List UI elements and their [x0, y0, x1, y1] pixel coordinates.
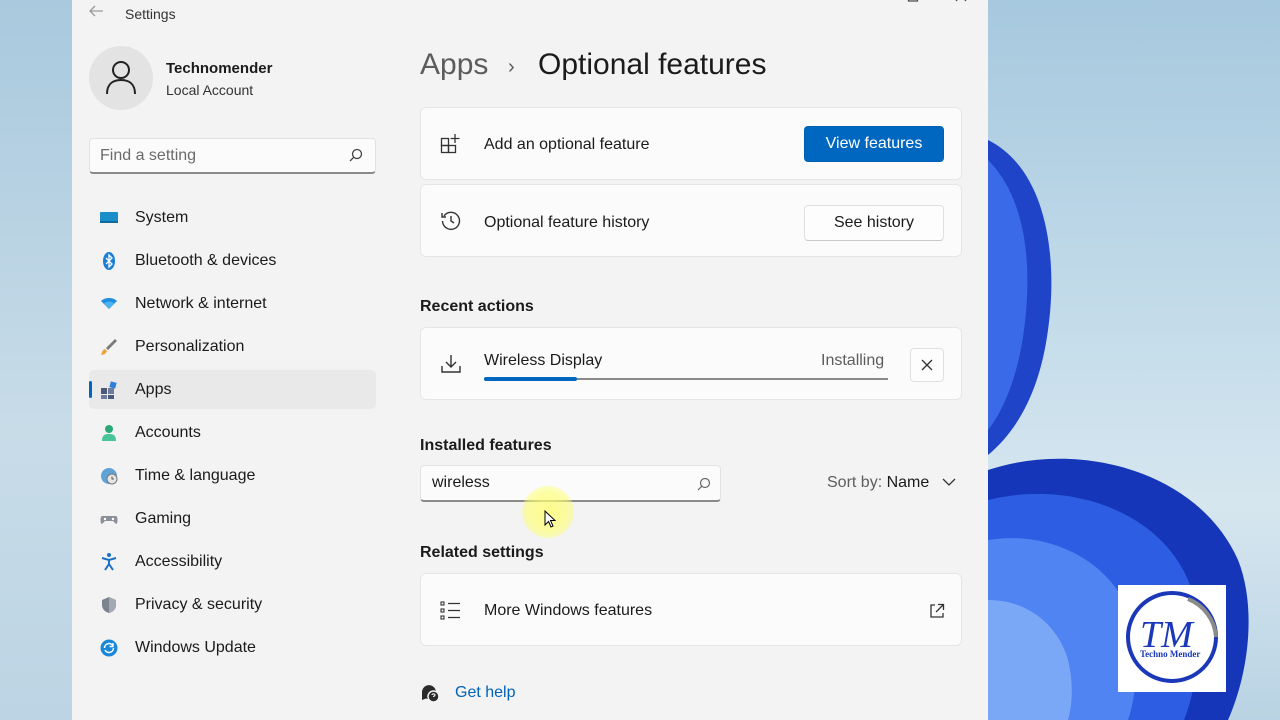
desktop-wallpaper-left	[0, 0, 72, 720]
person-avatar-icon	[106, 61, 136, 95]
sidebar-item-label: Network & internet	[135, 295, 267, 312]
download-icon	[441, 355, 461, 373]
title-bar: Settings	[72, 0, 988, 30]
chevron-right-icon: ›	[508, 56, 515, 78]
avatar[interactable]	[89, 46, 153, 110]
sidebar-item-bluetooth[interactable]: Bluetooth & devices	[89, 241, 376, 280]
open-external-icon	[930, 603, 945, 618]
feature-history-card: Optional feature history See history	[420, 184, 962, 257]
brush-icon	[101, 339, 117, 355]
close-window-button[interactable]	[938, 0, 984, 8]
sidebar-item-system[interactable]: System	[89, 198, 376, 237]
sort-value: Name	[886, 474, 930, 491]
update-icon	[100, 639, 118, 657]
back-arrow-icon[interactable]	[88, 4, 108, 22]
sidebar-item-label: Windows Update	[135, 639, 256, 656]
sidebar-item-label: Apps	[135, 381, 172, 398]
techno-mender-logo: TM Techno Mender	[1118, 585, 1226, 692]
install-progress-fill	[484, 377, 577, 381]
sidebar-item-time-language[interactable]: Time & language	[89, 456, 376, 495]
sidebar-item-accessibility[interactable]: Accessibility	[89, 542, 376, 581]
sidebar-item-label: Accessibility	[135, 553, 223, 570]
account-type: Local Account	[166, 82, 254, 98]
user-name: Technomender	[166, 60, 273, 77]
sort-dropdown[interactable]: Sort by: Name	[827, 474, 929, 492]
bluetooth-icon	[103, 252, 115, 270]
chevron-down-icon[interactable]	[941, 476, 957, 488]
sidebar-item-label: Accounts	[135, 424, 201, 441]
more-windows-features-card[interactable]: More Windows features	[420, 573, 962, 646]
installed-features-heading: Installed features	[420, 437, 552, 454]
history-label: Optional feature history	[484, 214, 650, 231]
view-features-button[interactable]: View features	[804, 126, 944, 162]
accessibility-icon	[101, 553, 117, 571]
window-title: Settings	[125, 6, 176, 22]
history-icon	[441, 211, 461, 230]
maximize-button[interactable]	[890, 0, 936, 8]
person-icon	[102, 425, 116, 441]
sidebar-item-personalization[interactable]: Personalization	[89, 327, 376, 366]
globe-clock-icon	[101, 468, 118, 485]
sidebar-item-apps[interactable]: Apps	[89, 370, 376, 409]
recent-actions-heading: Recent actions	[420, 298, 534, 315]
sidebar-item-label: Time & language	[135, 467, 256, 484]
breadcrumb-parent[interactable]: Apps	[420, 48, 488, 82]
install-progress-bar	[484, 377, 888, 381]
sidebar-nav: System Bluetooth & devices Network & int…	[89, 198, 376, 671]
page-title: Optional features	[538, 48, 767, 81]
mouse-cursor-icon	[544, 510, 557, 528]
logo-emblem-icon: TM Techno Mender	[1126, 591, 1218, 683]
search-icon[interactable]	[697, 477, 711, 491]
wifi-icon	[101, 298, 117, 309]
settings-search-box[interactable]	[89, 138, 376, 174]
settings-window: Settings Technomender Local Account Find…	[72, 0, 988, 720]
sort-label: Sort by:	[827, 474, 883, 491]
sidebar-item-label: Gaming	[135, 510, 192, 527]
sidebar-item-privacy[interactable]: Privacy & security	[89, 585, 376, 624]
see-history-button[interactable]: See history	[804, 205, 944, 241]
sidebar-item-gaming[interactable]: Gaming	[89, 499, 376, 538]
more-windows-features-label: More Windows features	[484, 602, 653, 619]
get-help-link[interactable]: Get help	[455, 684, 515, 702]
gamepad-icon	[100, 516, 118, 524]
sidebar-item-label: Bluetooth & devices	[135, 252, 277, 269]
related-settings-heading: Related settings	[420, 544, 544, 561]
sidebar-item-network[interactable]: Network & internet	[89, 284, 376, 323]
add-feature-card: Add an optional feature View features	[420, 107, 962, 180]
add-feature-label: Add an optional feature	[484, 136, 650, 153]
cancel-install-button[interactable]	[910, 348, 944, 382]
logo-text: Techno Mender	[1140, 649, 1200, 659]
apps-icon	[101, 381, 117, 399]
install-status: Installing	[821, 352, 885, 369]
add-feature-icon	[440, 134, 460, 154]
search-icon[interactable]	[349, 148, 363, 162]
minimize-button[interactable]	[838, 0, 884, 8]
sidebar-item-windows-update[interactable]: Windows Update	[89, 628, 376, 667]
help-icon[interactable]	[420, 683, 440, 703]
sidebar-item-label: Personalization	[135, 338, 245, 355]
sidebar-item-accounts[interactable]: Accounts	[89, 413, 376, 452]
feature-name: Wireless Display	[484, 352, 603, 369]
sidebar-item-label: System	[135, 209, 189, 226]
recent-action-card: Wireless Display Installing	[420, 327, 962, 400]
settings-search-input[interactable]	[100, 146, 340, 166]
list-icon	[440, 601, 460, 620]
sidebar-item-label: Privacy & security	[135, 596, 263, 613]
installed-features-search-box[interactable]	[420, 465, 721, 502]
close-icon	[921, 359, 933, 371]
monitor-icon	[100, 212, 118, 223]
shield-icon	[102, 597, 116, 613]
